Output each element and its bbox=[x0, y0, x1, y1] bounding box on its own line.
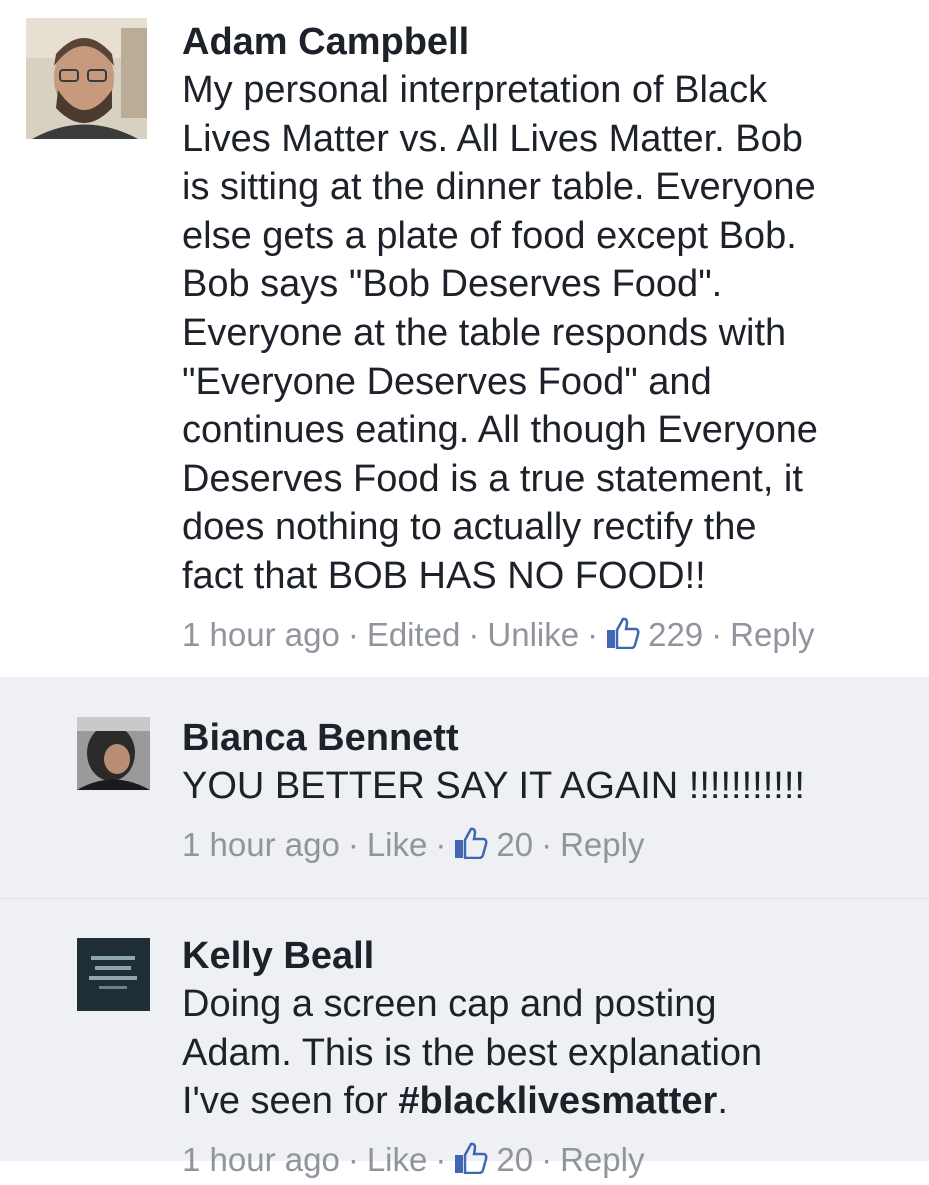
comment-timestamp[interactable]: 1 hour ago bbox=[182, 1141, 340, 1178]
like-count[interactable]: 20 bbox=[496, 1141, 533, 1178]
like-button[interactable]: Like bbox=[367, 826, 428, 863]
reply-button[interactable]: Reply bbox=[560, 826, 644, 863]
reply-body-bianca: Bianca Bennett YOU BETTER SAY IT AGAIN !… bbox=[182, 714, 917, 870]
avatar[interactable] bbox=[26, 18, 147, 139]
unlike-button[interactable]: Unlike bbox=[487, 616, 579, 653]
separator: · bbox=[711, 615, 723, 653]
comment-meta: 1 hour ago · Like · 20 · Reply bbox=[182, 823, 917, 870]
comment-text: My personal interpretation of Black Live… bbox=[182, 69, 818, 597]
reply-button[interactable]: Reply bbox=[730, 616, 814, 653]
comment-body: Adam Campbell My personal interpretation… bbox=[182, 18, 917, 660]
profile-photo-icon bbox=[26, 18, 147, 139]
separator: · bbox=[435, 1140, 447, 1178]
comment-timestamp[interactable]: 1 hour ago bbox=[182, 826, 340, 863]
thumbs-up-icon[interactable] bbox=[454, 1141, 488, 1185]
separator: · bbox=[468, 615, 480, 653]
separator: · bbox=[347, 615, 359, 653]
separator: · bbox=[541, 825, 553, 863]
reply-button[interactable]: Reply bbox=[560, 1141, 644, 1178]
separator: · bbox=[587, 615, 599, 653]
comment-meta: 1 hour ago · Edited · Unlike · 229 · Reply bbox=[182, 613, 917, 660]
separator: · bbox=[435, 825, 447, 863]
avatar[interactable] bbox=[77, 938, 150, 1011]
comment-text: Doing a screen cap and posting Adam. Thi… bbox=[182, 980, 917, 1126]
like-button[interactable]: Like bbox=[367, 1141, 428, 1178]
comment-text-end: . bbox=[717, 1080, 728, 1123]
edited-label[interactable]: Edited bbox=[367, 616, 461, 653]
profile-photo-icon bbox=[77, 717, 150, 790]
profile-photo-icon bbox=[77, 938, 150, 1011]
avatar[interactable] bbox=[77, 717, 150, 790]
comment-timestamp[interactable]: 1 hour ago bbox=[182, 616, 340, 653]
separator: · bbox=[347, 1140, 359, 1178]
like-count[interactable]: 229 bbox=[648, 616, 703, 653]
separator: · bbox=[541, 1140, 553, 1178]
thumbs-up-icon[interactable] bbox=[606, 616, 640, 660]
comment-author[interactable]: Adam Campbell bbox=[182, 18, 917, 66]
hashtag-link[interactable]: #blacklivesmatter bbox=[398, 1080, 717, 1122]
comment-adam-campbell: Adam Campbell My personal interpretation… bbox=[0, 0, 929, 677]
separator: · bbox=[347, 825, 359, 863]
comment-author[interactable]: Kelly Beall bbox=[182, 932, 917, 980]
comment-text: YOU BETTER SAY IT AGAIN !!!!!!!!!!! bbox=[182, 765, 805, 807]
reply-body-kelly: Kelly Beall Doing a screen cap and posti… bbox=[182, 932, 917, 1185]
like-count[interactable]: 20 bbox=[496, 826, 533, 863]
thumbs-up-icon[interactable] bbox=[454, 826, 488, 870]
comment-meta: 1 hour ago · Like · 20 · Reply bbox=[182, 1138, 917, 1185]
comment-author[interactable]: Bianca Bennett bbox=[182, 714, 917, 762]
